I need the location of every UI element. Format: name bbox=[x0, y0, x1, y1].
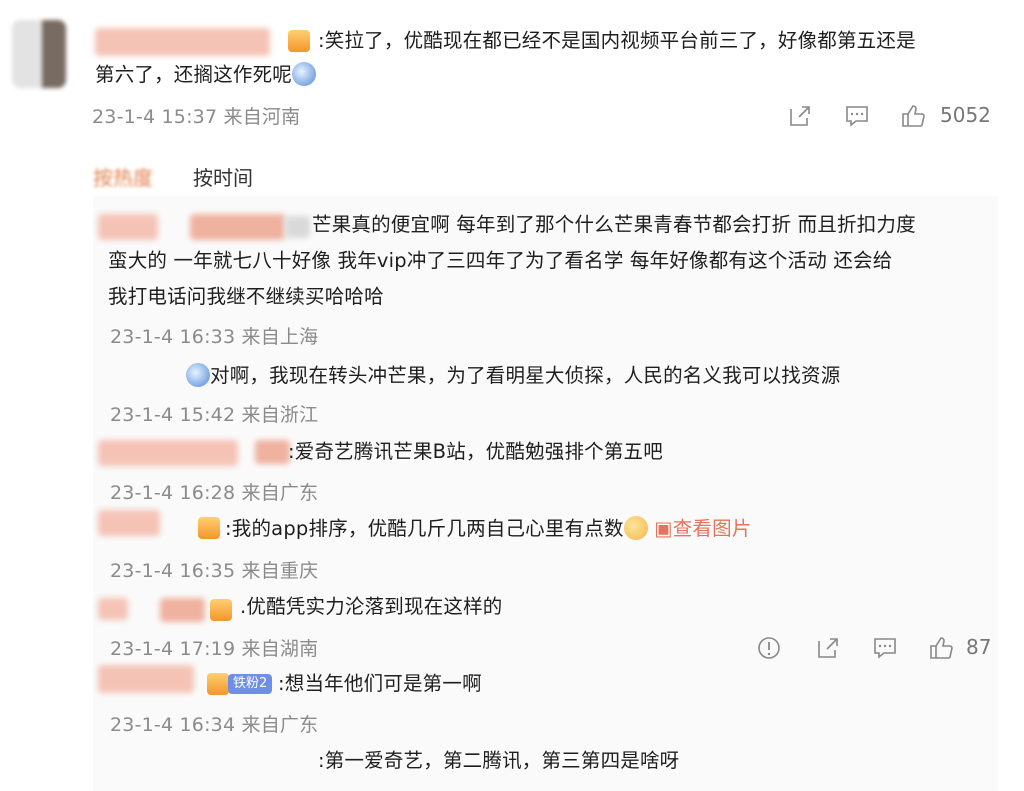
report-icon[interactable] bbox=[756, 635, 782, 661]
fan-badge-icon bbox=[288, 30, 310, 52]
shy-emoji-icon bbox=[623, 516, 648, 540]
share-icon[interactable] bbox=[787, 103, 813, 129]
reply-text: :爱奇艺腾讯芒果B站，优酷勉强排个第五吧 bbox=[288, 440, 663, 463]
reply-text: 对啊，我现在转头冲芒果，为了看明星大侦探，人民的名义我可以找资源 bbox=[186, 359, 840, 393]
reply-text-line3: 我打电话问我继不继续买哈哈哈 bbox=[108, 285, 384, 308]
like-count: 5052 bbox=[940, 103, 991, 127]
reply-text-body: 对啊，我现在转头冲芒果，为了看明星大侦探，人民的名义我可以找资源 bbox=[210, 364, 841, 387]
username-blurred[interactable] bbox=[95, 28, 270, 56]
like-icon[interactable] bbox=[928, 635, 954, 661]
doraemon-emoji-icon bbox=[186, 363, 210, 387]
fan-level-badge: 铁粉2 bbox=[228, 674, 273, 694]
reply-username-blurred[interactable] bbox=[160, 598, 205, 622]
reply-text: :第一爱奇艺，第二腾讯，第三第四是啥呀 bbox=[318, 749, 680, 772]
comment-meta: 23-1-4 15:37 来自河南 bbox=[92, 106, 301, 128]
comment-icon[interactable] bbox=[844, 103, 870, 129]
like-count: 87 bbox=[966, 635, 992, 659]
fan-badge-icon bbox=[207, 673, 229, 695]
reply-username-blurred[interactable] bbox=[190, 214, 285, 240]
main-comment-line2: 第六了，还搁这作死呢 bbox=[95, 63, 293, 86]
reply-text-line2: 蛮大的 一年就七八十好像 我年vip冲了三四年了为了看名学 每年好像都有这个活动… bbox=[108, 249, 893, 272]
reply-meta: 23-1-4 16:28 来自广东 bbox=[110, 482, 319, 504]
reply-text: :想当年他们可是第一啊 bbox=[278, 672, 482, 695]
reply-username-blurred[interactable] bbox=[98, 214, 158, 240]
tab-time[interactable]: 按时间 bbox=[193, 162, 253, 191]
reply-username-blurred[interactable] bbox=[285, 216, 310, 238]
doraemon-emoji-icon bbox=[292, 62, 317, 86]
reply-text-body: :我的app排序，优酷几斤几两自己心里有点数 bbox=[225, 517, 624, 540]
avatar[interactable] bbox=[12, 20, 66, 88]
reply-username-blurred[interactable] bbox=[98, 598, 128, 620]
reply-meta: 23-1-4 16:33 来自上海 bbox=[110, 326, 319, 348]
reply-meta: 23-1-4 17:19 来自湖南 bbox=[110, 638, 319, 660]
reply-meta: 23-1-4 15:42 来自浙江 bbox=[110, 404, 319, 426]
reply-meta: 23-1-4 16:34 来自广东 bbox=[110, 714, 319, 736]
reply-text: :我的app排序，优酷几斤几两自己心里有点数 ▣查看图片 bbox=[225, 512, 752, 546]
main-comment-text-line2: 第六了，还搁这作死呢 bbox=[95, 58, 317, 92]
reply-text: 芒果真的便宜啊 每年到了那个什么芒果青春节都会打折 而且折扣力度 bbox=[312, 213, 916, 236]
comment-icon[interactable] bbox=[872, 635, 898, 661]
reply-username-blurred[interactable] bbox=[98, 440, 238, 466]
reply-username-blurred[interactable] bbox=[98, 510, 160, 536]
view-picture-link[interactable]: 查看图片 bbox=[673, 517, 752, 540]
picture-icon[interactable]: ▣ bbox=[654, 517, 673, 540]
reply-username-blurred[interactable] bbox=[255, 440, 290, 464]
reply-meta: 23-1-4 16:35 来自重庆 bbox=[110, 560, 319, 582]
tab-hot[interactable]: 按热度 bbox=[93, 162, 153, 191]
fan-badge-icon bbox=[210, 599, 232, 621]
share-icon[interactable] bbox=[815, 635, 841, 661]
like-icon[interactable] bbox=[900, 103, 926, 129]
reply-username-blurred[interactable] bbox=[98, 665, 194, 693]
reply-text: .优酷凭实力沦落到现在这样的 bbox=[240, 595, 503, 618]
main-comment-text: :笑拉了，优酷现在都已经不是国内视频平台前三了，好像都第五还是 bbox=[318, 29, 916, 52]
fan-badge-icon bbox=[198, 517, 220, 539]
